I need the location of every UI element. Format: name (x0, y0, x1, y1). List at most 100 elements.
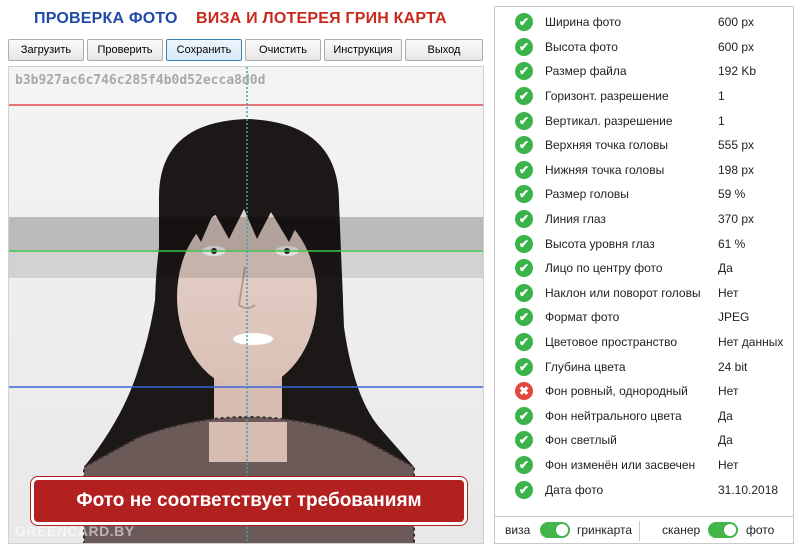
check-row: ✔ Дата фото 31.10.2018 (495, 477, 793, 502)
watermark: GREENCARD.BY (15, 523, 135, 539)
check-row: ✔ Нижняя точка головы 198 px (495, 158, 793, 183)
check-ok-icon: ✔ (515, 111, 533, 130)
check-ok-icon: ✔ (515, 136, 533, 155)
check-label: Горизонт. разрешение (545, 89, 669, 104)
checks-list: ✔ Ширина фото 600 px ✔ Высота фото 600 px ✔ Раз… (495, 10, 793, 502)
check-row: ✔ Цветовое пространство Нет данных (495, 330, 793, 355)
check-ok-icon: ✔ (515, 480, 533, 499)
load-button[interactable]: Загрузить (8, 39, 84, 61)
check-value: Нет данных (718, 335, 784, 350)
photo-preview: b3b927ac6c746c285f4b0d52ecca8d0d Фото не… (8, 66, 484, 544)
portrait-image (9, 67, 483, 543)
check-ok-icon: ✔ (515, 259, 533, 278)
toggle-separator (639, 521, 640, 541)
check-ok-icon: ✔ (515, 455, 533, 474)
check-label: Высота уровня глаз (545, 236, 655, 251)
check-value: Нет (718, 384, 739, 399)
check-value: 59 % (718, 187, 746, 202)
greencard-label: гринкарта (577, 523, 633, 537)
check-value: Да (718, 408, 733, 423)
check-value: 192 Kb (718, 64, 757, 79)
check-ok-icon: ✔ (515, 283, 533, 302)
results-panel: ✔ Ширина фото 600 px ✔ Высота фото 600 px ✔ Раз… (494, 6, 794, 544)
check-value: Нет (718, 285, 739, 300)
check-row: ✔ Наклон или поворот головы Нет (495, 281, 793, 306)
check-label: Формат фото (545, 310, 620, 325)
check-row: ✔ Высота фото 600 px (495, 35, 793, 60)
check-value: JPEG (718, 310, 750, 325)
check-label: Лицо по центру фото (545, 261, 663, 276)
check-ok-icon: ✔ (515, 87, 533, 106)
check-button[interactable]: Проверить (87, 39, 163, 61)
check-row: ✔ Фон светлый Да (495, 428, 793, 453)
check-label: Цветовое пространство (545, 335, 678, 350)
check-row: ✔ Размер головы 59 % (495, 182, 793, 207)
check-label: Ширина фото (545, 15, 622, 30)
check-label: Линия глаз (545, 212, 606, 227)
check-value: Да (718, 261, 733, 276)
check-ok-icon: ✔ (515, 234, 533, 253)
check-value: 24 bit (718, 359, 748, 374)
check-fail-icon: ✖ (515, 382, 533, 401)
check-ok-icon: ✔ (515, 62, 533, 81)
check-ok-icon: ✔ (515, 333, 533, 352)
toolbar: Загрузить Проверить Сохранить Очистить И… (8, 39, 486, 61)
check-value: 600 px (718, 39, 755, 54)
check-row: ✔ Верхняя точка головы 555 px (495, 133, 793, 158)
check-row: ✔ Фон нейтрального цвета Да (495, 404, 793, 429)
visa-label: виза (505, 523, 531, 537)
check-value: Нет (718, 457, 739, 472)
clear-button[interactable]: Очистить (245, 39, 321, 61)
check-row: ✔ Глубина цвета 24 bit (495, 354, 793, 379)
check-value: 600 px (718, 15, 755, 30)
check-label: Наклон или поворот головы (545, 285, 701, 300)
check-row: ✔ Высота уровня глаз 61 % (495, 231, 793, 256)
instructions-button[interactable]: Инструкция (324, 39, 402, 61)
check-label: Фон светлый (545, 433, 617, 448)
result-banner: Фото не соответствует требованиям (31, 477, 467, 525)
check-row: ✔ Фон изменён или засвечен Нет (495, 453, 793, 478)
check-ok-icon: ✔ (515, 406, 533, 425)
check-label: Фон ровный, однородный (545, 384, 688, 399)
exit-button[interactable]: Выход (405, 39, 483, 61)
check-value: 61 % (718, 236, 746, 251)
check-label: Глубина цвета (545, 359, 626, 374)
visa-greencard-toggle[interactable] (540, 522, 570, 538)
scanner-label: сканер (662, 523, 701, 537)
check-ok-icon: ✔ (515, 357, 533, 376)
check-row: ✔ Вертикал. разрешение 1 (495, 108, 793, 133)
check-ok-icon: ✔ (515, 431, 533, 450)
mode-toggles: виза гринкарта сканер фото (495, 517, 793, 544)
check-row: ✔ Линия глаз 370 px (495, 207, 793, 232)
check-ok-icon: ✔ (515, 37, 533, 56)
check-label: Фон нейтрального цвета (545, 408, 682, 423)
check-row: ✖ Фон ровный, однородный Нет (495, 379, 793, 404)
app-subtitle: ВИЗА И ЛОТЕРЕЯ ГРИН КАРТА (196, 10, 447, 27)
check-value: 555 px (718, 138, 755, 153)
check-ok-icon: ✔ (515, 308, 533, 327)
save-button[interactable]: Сохранить (166, 39, 242, 61)
photo-label: фото (746, 523, 775, 537)
check-value: 370 px (718, 212, 755, 227)
app-title: ПРОВЕРКА ФОТО (34, 10, 178, 27)
check-row: ✔ Лицо по центру фото Да (495, 256, 793, 281)
check-row: ✔ Ширина фото 600 px (495, 10, 793, 35)
check-ok-icon: ✔ (515, 160, 533, 179)
check-ok-icon: ✔ (515, 185, 533, 204)
check-label: Размер файла (545, 64, 627, 79)
app-header: ПРОВЕРКА ФОТО ВИЗА И ЛОТЕРЕЯ ГРИН КАРТА (0, 0, 490, 38)
check-label: Нижняя точка головы (545, 162, 665, 177)
check-value: Да (718, 433, 733, 448)
scanner-photo-toggle[interactable] (708, 522, 738, 538)
check-value: 31.10.2018 (718, 482, 779, 497)
check-label: Дата фото (545, 482, 604, 497)
check-ok-icon: ✔ (515, 210, 533, 229)
check-row: ✔ Горизонт. разрешение 1 (495, 84, 793, 109)
check-label: Вертикал. разрешение (545, 113, 673, 128)
check-value: 1 (718, 89, 725, 104)
check-value: 1 (718, 113, 725, 128)
check-row: ✔ Формат фото JPEG (495, 305, 793, 330)
photo-hash: b3b927ac6c746c285f4b0d52ecca8d0d (15, 73, 266, 88)
check-label: Размер головы (545, 187, 629, 202)
check-row: ✔ Размер файла 192 Kb (495, 59, 793, 84)
